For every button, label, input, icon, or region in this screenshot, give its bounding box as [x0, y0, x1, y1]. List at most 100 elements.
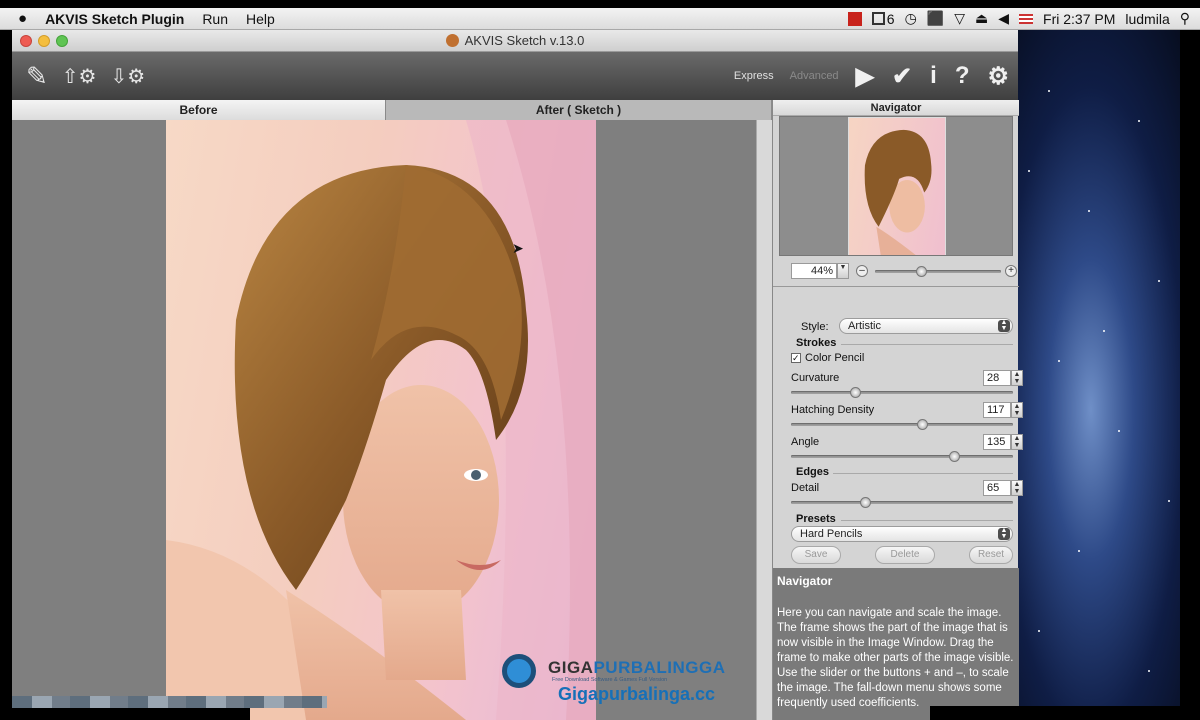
image-window[interactable]: ➤ [12, 120, 772, 720]
style-select[interactable]: Artistic ▲ ▼ [839, 318, 1013, 334]
zoom-slider-knob[interactable] [916, 266, 927, 277]
window-title: AKVIS Sketch v.13.0 [464, 33, 585, 48]
preset-select[interactable]: Hard Pencils ▲ ▼ [791, 526, 1013, 542]
save-preset-button[interactable]: Save [791, 546, 841, 564]
menu-help[interactable]: Help [237, 11, 284, 27]
title-bar[interactable]: AKVIS Sketch v.13.0 [12, 30, 1018, 52]
watermark-brand: GIGAPURBALINGGA [548, 658, 726, 678]
adobe-icon[interactable] [847, 11, 862, 26]
preset-value: Hard Pencils [800, 528, 863, 540]
adobe-cc-badge: 6 [886, 10, 895, 27]
color-pencil-checkbox[interactable]: ✓ Color Pencil [791, 352, 864, 364]
presets-title: Presets [796, 513, 836, 525]
param-stepper[interactable]: ▲ ▼ [1011, 370, 1023, 386]
param-field[interactable]: 28 [983, 370, 1011, 386]
divider [841, 344, 1013, 345]
zoom-dropdown-icon[interactable]: ▼ [837, 263, 849, 279]
watermark-brand-a: GIGA [548, 658, 594, 677]
style-label: Style: [801, 321, 829, 333]
user-name[interactable]: ludmila [1125, 11, 1169, 27]
flag-icon[interactable] [1019, 13, 1034, 24]
zoom-field[interactable]: 44% [791, 263, 837, 279]
divider [833, 473, 1013, 474]
detail-slider-knob[interactable] [860, 497, 871, 508]
detail-field[interactable]: 65 [983, 480, 1011, 496]
chevron-updown-icon: ▲ ▼ [998, 319, 1010, 332]
watermark-url: Gigapurbalinga.cc [558, 684, 716, 704]
run-icon[interactable]: ▶ [856, 62, 874, 91]
divider [841, 520, 1013, 521]
eject-icon[interactable]: ⏏ [975, 10, 988, 27]
param-label: Hatching Density [791, 404, 875, 416]
watermark-brand-b: PURBALINGGA [593, 658, 726, 677]
param-slider-knob[interactable] [949, 451, 960, 462]
bluetooth-icon[interactable]: ⬛ [927, 10, 944, 27]
screen-edge [0, 708, 250, 720]
info-icon[interactable]: i [930, 62, 937, 90]
chevron-updown-icon: ▲ ▼ [998, 527, 1010, 540]
app-logo-icon [445, 34, 459, 47]
param-slider-knob[interactable] [917, 419, 928, 430]
tab-before[interactable]: Before [12, 100, 386, 120]
detail-slider-track[interactable] [791, 501, 1013, 504]
zoom-out-button[interactable]: – [856, 265, 868, 277]
style-value: Artistic [848, 320, 881, 332]
save-image-icon[interactable]: ⇩⚙ [110, 64, 145, 89]
param-slider-knob[interactable] [850, 387, 861, 398]
param-field[interactable]: 135 [983, 434, 1011, 450]
volume-icon[interactable]: ◀ [998, 10, 1009, 27]
menu-bar: ● AKVIS Sketch Plugin Run Help 6 ◷ ⬛ ▽ ⏏… [0, 8, 1200, 30]
navigator-thumbnail[interactable] [848, 117, 946, 255]
settings-gear-icon[interactable]: ⚙ [987, 62, 1009, 91]
zoom-slider-track[interactable] [875, 270, 1001, 273]
help-panel: Navigator Here you can navigate and scal… [773, 568, 1019, 720]
wifi-icon[interactable]: ▽ [954, 10, 965, 27]
param-stepper[interactable]: ▲ ▼ [1011, 402, 1023, 418]
clock[interactable]: Fri 2:37 PM [1043, 11, 1115, 27]
help-icon[interactable]: ? [955, 62, 970, 90]
delete-preset-button[interactable]: Delete [875, 546, 935, 564]
zoom-row: 44% ▼ – + [773, 262, 1019, 280]
navigator-thumbnail-image [864, 129, 932, 255]
detail-stepper[interactable]: ▲ ▼ [1011, 480, 1023, 496]
param-slider-track[interactable] [791, 391, 1013, 394]
detail-label: Detail [791, 482, 820, 494]
spotlight-icon[interactable]: ⚲ [1180, 10, 1190, 27]
color-pencil-label: Color Pencil [805, 352, 865, 364]
navigator-preview[interactable] [779, 116, 1013, 256]
open-image-icon[interactable]: ⇧⚙ [62, 64, 97, 89]
param-slider-track[interactable] [791, 423, 1013, 426]
mode-express[interactable]: Express [734, 70, 774, 82]
reset-preset-button[interactable]: Reset [969, 546, 1013, 564]
menu-app-name[interactable]: AKVIS Sketch Plugin [36, 11, 193, 27]
watermark-tagline: Free Download Software & Games Full Vers… [552, 677, 668, 683]
desktop-wallpaper [1018, 30, 1200, 720]
watermark: GIGAPURBALINGGA Free Download Software &… [500, 652, 730, 712]
param-stepper[interactable]: ▲ ▼ [1011, 434, 1023, 450]
vertical-scrollbar[interactable] [756, 120, 772, 720]
tab-after-sketch[interactable]: After ( Sketch ) [386, 100, 772, 120]
param-label: Curvature [791, 372, 840, 384]
view-tabs: Before After ( Sketch ) [12, 100, 772, 120]
portrait-photo[interactable]: ➤ [166, 120, 596, 720]
menu-run[interactable]: Run [193, 11, 237, 27]
divider [773, 286, 1019, 287]
app-window: AKVIS Sketch v.13.0 ✎ ⇧⚙ ⇩⚙ Express Adva… [12, 30, 1023, 720]
apply-icon[interactable]: ✔ [892, 62, 912, 91]
watermark-logo-icon [502, 654, 536, 688]
zoom-in-button[interactable]: + [1005, 265, 1017, 277]
close-button[interactable] [20, 35, 32, 47]
zoom-button[interactable] [56, 35, 68, 47]
time-machine-icon[interactable]: ◷ [905, 10, 917, 27]
strokes-title: Strokes [796, 337, 837, 349]
param-field[interactable]: 117 [983, 402, 1011, 418]
adobe-cc-icon[interactable]: 6 [871, 10, 895, 27]
help-body: Here you can navigate and scale the imag… [777, 607, 1014, 709]
minimize-button[interactable] [38, 35, 50, 47]
checkbox-icon[interactable]: ✓ [791, 353, 801, 363]
param-slider-track[interactable] [791, 455, 1013, 458]
apple-menu-icon[interactable]: ● [0, 10, 36, 27]
mode-advanced[interactable]: Advanced [790, 70, 839, 82]
status-area: 6 ◷ ⬛ ▽ ⏏ ◀ Fri 2:37 PM ludmila ⚲ [847, 10, 1200, 27]
brush-icon[interactable]: ✎ [26, 61, 48, 92]
